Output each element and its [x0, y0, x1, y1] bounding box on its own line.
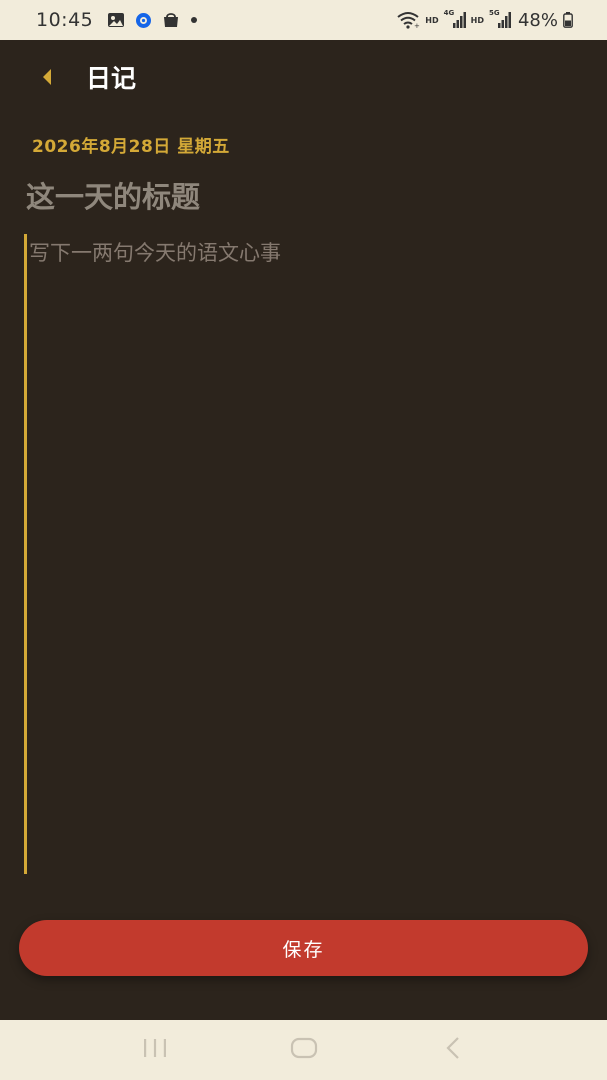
nav-back-icon [443, 1036, 463, 1064]
entry-body-input[interactable] [24, 234, 584, 874]
nav-home-button[interactable] [274, 1028, 334, 1072]
home-icon [289, 1036, 319, 1064]
status-right: + HD 4G HD 5G 48% [396, 9, 573, 31]
entry-title-input[interactable] [24, 174, 588, 220]
nav-recents-button[interactable] [125, 1028, 185, 1072]
hd-indicator-2: HD [470, 15, 484, 25]
notification-dot-icon [190, 16, 198, 24]
back-button[interactable] [30, 62, 64, 96]
battery-icon [563, 12, 573, 28]
entry-date: 2026年8月28日 星期五 [32, 137, 230, 157]
shopping-bag-icon [162, 11, 180, 29]
battery-percentage: 48% [517, 9, 558, 31]
status-bar: 10:45 + HD 4G HD 5G 48% [0, 0, 607, 40]
back-arrow-icon [40, 68, 54, 90]
save-button[interactable]: 保存 [19, 920, 588, 976]
status-time: 10:45 [36, 9, 94, 31]
wifi-icon: + [396, 11, 420, 29]
signal-4g-icon: 4G [444, 9, 466, 29]
system-nav-bar [0, 1020, 607, 1080]
signal-5g-icon: 5G [489, 9, 511, 29]
status-left: 10:45 [36, 9, 198, 31]
gallery-icon [107, 12, 125, 28]
app-bar: 日记 [0, 40, 607, 122]
page-title: 日记 [86, 64, 137, 93]
recents-icon [141, 1037, 169, 1063]
hd-indicator: HD [425, 15, 439, 25]
messenger-icon [135, 12, 152, 29]
nav-back-button[interactable] [423, 1028, 483, 1072]
svg-text:+: + [414, 22, 420, 29]
